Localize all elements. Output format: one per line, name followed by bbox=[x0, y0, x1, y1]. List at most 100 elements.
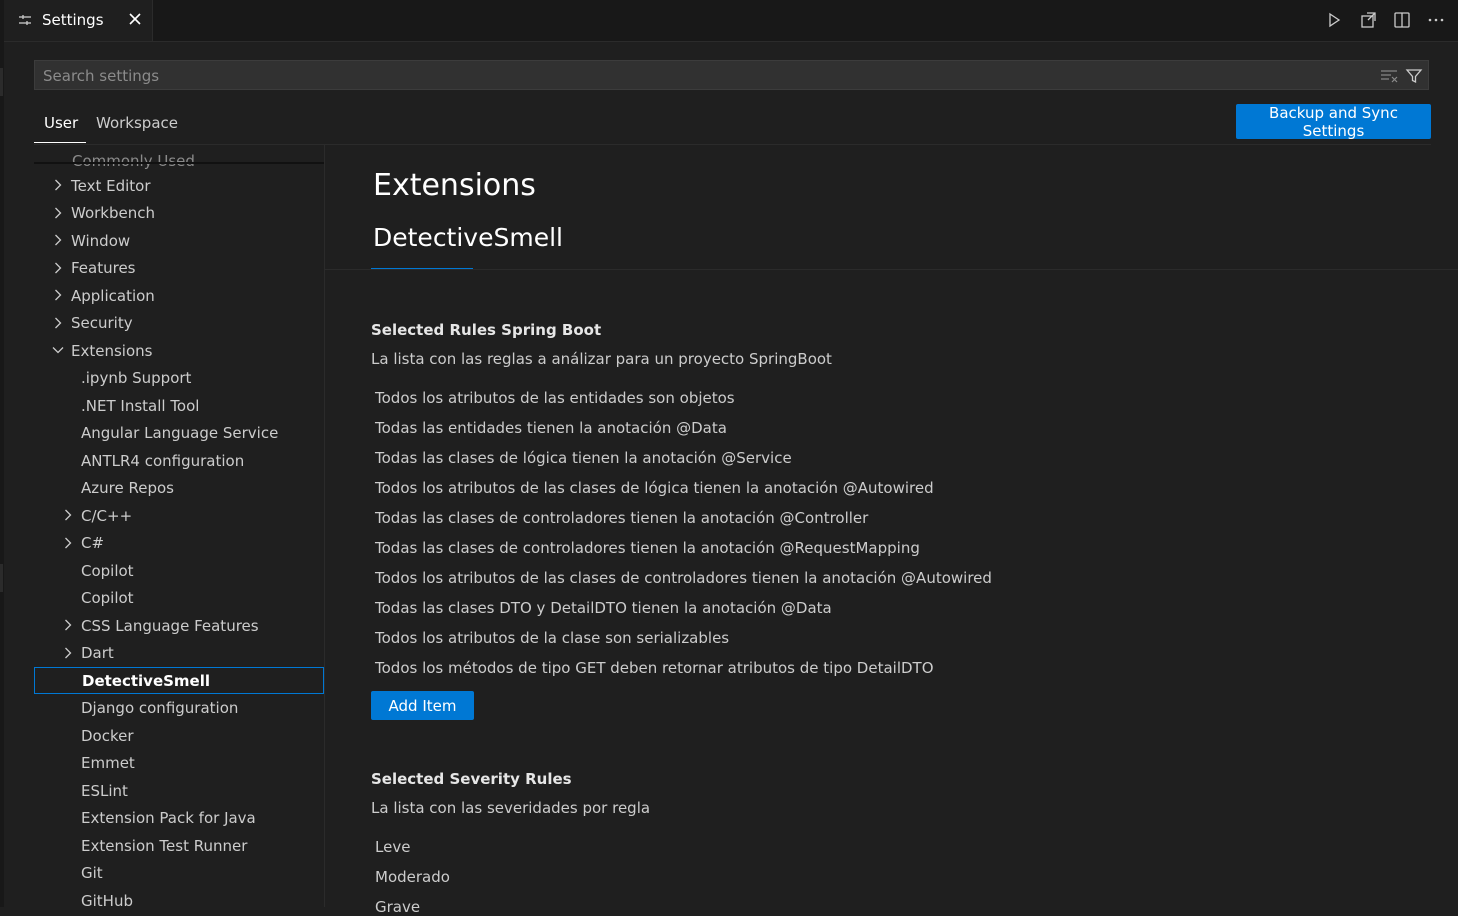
toc-item-label: Emmet bbox=[81, 754, 135, 772]
toc-item[interactable]: Copilot bbox=[34, 557, 324, 584]
chevron-right-icon bbox=[65, 619, 72, 631]
list-item[interactable]: Todos los atributos de las clases de con… bbox=[375, 569, 992, 587]
toc-item-label: Django configuration bbox=[81, 699, 239, 717]
split-editor-icon[interactable] bbox=[1392, 10, 1412, 30]
chevron-right-icon bbox=[65, 647, 72, 658]
toc-item-label: C/C++ bbox=[81, 506, 133, 525]
toc-item-label: C# bbox=[81, 534, 105, 552]
activity-bar-edge bbox=[0, 0, 4, 907]
toc-item[interactable]: Emmet bbox=[34, 750, 324, 777]
toc-item[interactable]: Copilot bbox=[34, 585, 324, 612]
toc-item-label: Docker bbox=[81, 726, 134, 745]
toc-item[interactable]: GitHub bbox=[34, 887, 324, 908]
chevron-right-icon bbox=[55, 207, 62, 218]
toc-item[interactable]: Window bbox=[34, 227, 324, 254]
settings-sliders-icon bbox=[19, 15, 31, 25]
list-item[interactable]: Todas las clases de controladores tienen… bbox=[375, 509, 868, 527]
toc-item-label: .NET Install Tool bbox=[81, 396, 200, 415]
toc-item-label: Extension Pack for Java bbox=[81, 809, 256, 827]
toc-item[interactable]: Dart bbox=[34, 640, 324, 667]
toc-item[interactable]: Azure Repos bbox=[34, 475, 324, 502]
page-title: Extensions bbox=[373, 168, 536, 203]
toc-item-label: Dart bbox=[81, 644, 114, 662]
toc-item-label: GitHub bbox=[81, 891, 133, 908]
toc-item-label: Extensions bbox=[71, 341, 153, 360]
chevron-right-icon bbox=[55, 289, 62, 301]
toc-item-partial[interactable]: Commonly Used bbox=[34, 147, 324, 174]
list-item[interactable]: Moderado bbox=[375, 868, 450, 886]
search-input[interactable] bbox=[41, 64, 1365, 88]
toc-item[interactable]: Git bbox=[34, 860, 324, 887]
toc-item-label: Azure Repos bbox=[81, 479, 174, 497]
active-tab-indicator bbox=[34, 142, 86, 143]
toc-item-label: Extension Test Runner bbox=[81, 836, 248, 855]
list-item[interactable]: Todos los atributos de las clases de lóg… bbox=[375, 479, 934, 497]
toc-item-label: Workbench bbox=[71, 204, 155, 222]
filter-icon[interactable] bbox=[1405, 67, 1423, 85]
toc-scroll-shadow bbox=[34, 162, 324, 164]
open-settings-json-icon[interactable] bbox=[1358, 10, 1378, 30]
list-item[interactable]: Todos los atributos de las entidades son… bbox=[375, 389, 735, 407]
toc-item-label: Application bbox=[71, 286, 155, 305]
toc-item[interactable]: Docker bbox=[34, 722, 324, 749]
list-item[interactable]: Leve bbox=[375, 838, 410, 856]
toc-item[interactable]: Workbench bbox=[34, 200, 324, 227]
list-item[interactable]: Todas las clases de controladores tienen… bbox=[375, 539, 920, 557]
toc-item-label: DetectiveSmell bbox=[82, 671, 211, 690]
toc-item-label: Angular Language Service bbox=[81, 424, 279, 442]
add-item-button[interactable]: Add Item bbox=[371, 691, 474, 720]
toc-item-label: Text Editor bbox=[71, 176, 151, 195]
toc-item-label: Features bbox=[71, 259, 136, 277]
search-box bbox=[34, 60, 1429, 90]
chevron-right-icon bbox=[55, 179, 62, 191]
chevron-right-icon bbox=[55, 262, 62, 273]
toc-item[interactable]: Extensions bbox=[34, 337, 324, 364]
toc-item[interactable]: ESLint bbox=[34, 777, 324, 804]
settings-toc: Commonly Used Text Editor Workbench Window… bbox=[34, 145, 324, 907]
editor-tab-bar: Settings bbox=[4, 0, 1458, 42]
toc-item-label: ESLint bbox=[81, 781, 128, 800]
toc-item[interactable]: Angular Language Service bbox=[34, 420, 324, 447]
tab-workspace[interactable]: Workspace bbox=[96, 114, 178, 132]
chevron-right-icon bbox=[65, 537, 72, 548]
chevron-right-icon bbox=[65, 509, 72, 521]
chevron-right-icon bbox=[55, 317, 62, 328]
more-actions-icon[interactable] bbox=[1426, 10, 1446, 30]
toc-item[interactable]: Extension Pack for Java bbox=[34, 805, 324, 832]
toc-item[interactable]: C# bbox=[34, 530, 324, 557]
toc-item-label: Window bbox=[71, 231, 131, 250]
toc-item-label: Security bbox=[71, 314, 133, 332]
list-item[interactable]: Todas las clases DTO y DetailDTO tienen … bbox=[375, 599, 832, 617]
backup-sync-button[interactable]: Backup and Sync Settings bbox=[1236, 104, 1431, 140]
list-item[interactable]: Todos los métodos de tipo GET deben reto… bbox=[375, 659, 934, 677]
toc-item[interactable]: Django configuration bbox=[34, 695, 324, 722]
list-item[interactable]: Todas las clases de lógica tienen la ano… bbox=[375, 449, 792, 467]
toc-item[interactable]: Features bbox=[34, 255, 324, 282]
close-icon[interactable] bbox=[126, 10, 144, 28]
settings-tab[interactable]: Settings bbox=[4, 0, 153, 41]
toc-item-label: Commonly Used bbox=[72, 151, 195, 170]
toc-item[interactable]: Security bbox=[34, 310, 324, 337]
list-item[interactable]: Todos los atributos de la clase son seri… bbox=[375, 629, 729, 647]
toc-item-label: Git bbox=[81, 864, 103, 882]
setting-description-rules: La lista con las reglas a análizar para … bbox=[371, 350, 832, 368]
clear-filter-icon[interactable] bbox=[1380, 68, 1398, 84]
toc-item[interactable]: ANTLR4 configuration bbox=[34, 447, 324, 474]
list-item[interactable]: Grave bbox=[375, 898, 420, 916]
setting-description-severity: La lista con las severidades por regla bbox=[371, 799, 651, 817]
toc-item[interactable]: Text Editor bbox=[34, 172, 324, 199]
run-icon[interactable] bbox=[1324, 10, 1344, 30]
toc-divider bbox=[324, 145, 325, 907]
toc-item[interactable]: DetectiveSmell bbox=[34, 667, 324, 694]
list-item[interactable]: Todas las entidades tienen la anotación … bbox=[375, 419, 727, 437]
toc-item[interactable]: C/C++ bbox=[34, 502, 324, 529]
toc-item[interactable]: CSS Language Features bbox=[34, 612, 324, 639]
main-divider bbox=[325, 269, 1458, 270]
tab-user[interactable]: User bbox=[44, 114, 78, 132]
toc-item[interactable]: .NET Install Tool bbox=[34, 392, 324, 419]
toc-item[interactable]: Extension Test Runner bbox=[34, 832, 324, 859]
toc-item[interactable]: Application bbox=[34, 282, 324, 309]
edge-marker bbox=[0, 68, 3, 96]
toc-item[interactable]: .ipynb Support bbox=[34, 365, 324, 392]
toc-item-label: Copilot bbox=[81, 561, 134, 580]
